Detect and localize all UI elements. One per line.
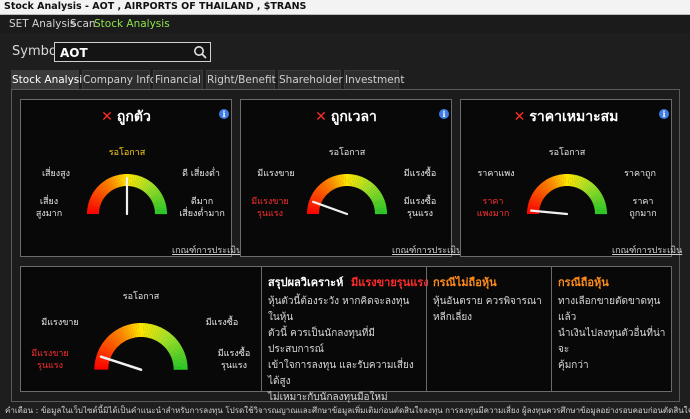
x-icon: ✕ [101, 109, 113, 125]
summary-box: รอโอกาส มีแรงขาย มีแรงซื้อ มีแรงขาย รุนแร… [20, 266, 672, 403]
window-title: Stock Analysis - AOT , AIRPORTS OF THAIL… [0, 0, 690, 15]
symbol-search-field[interactable]: AOT [54, 42, 211, 62]
card-title: ✕ ถูกตัว [101, 109, 151, 125]
gauge-label-top: รอโอกาส [548, 148, 586, 158]
gauge-card-fair-price: ✕ ราคาเหมาะสม i รอโอกาส ราคาแพง ราคาถูก ร… [460, 99, 682, 257]
analysis-summary-heading: สรุปผลวิเคราะห์ มีแรงขายรุนแรง [268, 276, 429, 289]
tab-stock-analysis[interactable]: Stock Analysis [11, 70, 88, 90]
gauge-dial [307, 173, 388, 216]
no-stock-heading: กรณีไม่ถือหุ้น [433, 276, 497, 289]
gauge-label-left-mid: ราคาแพง [477, 169, 515, 179]
card-title: ✕ ราคาเหมาะสม [513, 109, 619, 125]
summary-gauge-dial [94, 322, 188, 371]
summary-gauge-label-right-low: มีแรงซื้อ รุนแรง [217, 349, 251, 371]
symbol-value[interactable]: AOT [60, 46, 88, 60]
criteria-link[interactable]: เกณฑ์การประเมิน [612, 243, 682, 257]
tab-investment[interactable]: Investment [344, 70, 404, 89]
search-icon[interactable] [193, 45, 207, 59]
x-icon: ✕ [315, 109, 327, 125]
gauge-label-left-mid: เสี่ยงสูง [41, 169, 71, 179]
has-stock-column: กรณีถือหุ้น ทางเลือกขายตัดขาดทุน แล้ว นำ… [551, 267, 671, 391]
summary-gauge-label-top: รอโอกาส [122, 292, 160, 302]
gauge-label-right-mid: ราคาถูก [624, 169, 656, 179]
gauge-card-right-time: ✕ ถูกเวลา i รอโอกาส มีแรงขาย มีแรงซื้อ มี… [240, 99, 462, 257]
disclaimer-text: คำเตือน : ข้อมูลในเว็บไซต์นี้มิได้เป็นคำ… [5, 406, 690, 415]
menu-stock-analysis[interactable]: Stock Analysis [94, 15, 170, 33]
menu-bar: SET Analysis Scan Stock Analysis [0, 15, 690, 33]
gauge-label-top: รอโอกาส [108, 148, 146, 158]
gauge-label-left-low: ราคา แพงมาก [476, 197, 510, 219]
gauge-dial [87, 173, 168, 216]
gauge-label-right-low: มีแรงซื้อ รุนแรง [403, 197, 437, 219]
gauge-label-right-mid: ดี เสี่ยงต่ำ [182, 169, 220, 179]
summary-gauge-label-left-mid: มีแรงขาย [41, 318, 79, 328]
has-stock-text: ทางเลือกขายตัดขาดทุน แล้ว นำเงินไปลงทุนต… [558, 296, 666, 371]
analysis-summary-column: สรุปผลวิเคราะห์ มีแรงขายรุนแรง หุ้นตัวนี… [261, 267, 429, 403]
gauge-label-left-mid: มีแรงขาย [257, 169, 295, 179]
criteria-link[interactable]: เกณฑ์การประเมิน [172, 243, 242, 257]
gauge-label-right-low: ราคา ถูกมาก [629, 197, 657, 219]
menu-scan[interactable]: Scan [70, 15, 96, 33]
x-icon: ✕ [513, 109, 526, 125]
info-icon[interactable]: i [439, 109, 449, 119]
tab-financial[interactable]: Financial [153, 70, 203, 89]
tab-shareholder[interactable]: Shareholder [278, 70, 343, 89]
criteria-link[interactable]: เกณฑ์การประเมิน [392, 243, 462, 257]
no-stock-text: หุ้นอันตราย ควรพิจารณา หลีกเลี่ยง [433, 296, 542, 323]
gauge-label-left-low: เสี่ยง สูงมาก [35, 197, 63, 219]
has-stock-heading: กรณีถือหุ้น [558, 276, 609, 289]
gauge-card-right-stock: ✕ ถูกตัว i รอโอกาส เสี่ยงสูง ดี เสี่ยงต่ำ… [20, 99, 242, 257]
summary-gauge-label-left-low: มีแรงขาย รุนแรง [31, 349, 69, 371]
menu-set-analysis[interactable]: SET Analysis [9, 15, 75, 33]
summary-gauge-label-right-mid: มีแรงซื้อ [205, 318, 239, 328]
gauge-dial [527, 173, 608, 216]
card-title: ✕ ถูกเวลา [315, 109, 377, 125]
gauge-label-right-mid: มีแรงซื้อ [403, 169, 437, 179]
gauge-label-top: รอโอกาส [328, 148, 366, 158]
gauge-label-left-low: มีแรงขาย รุนแรง [251, 197, 289, 219]
info-icon[interactable]: i [219, 109, 229, 119]
analysis-summary-text: หุ้นตัวนี้ต้องระวัง หากคิดจะลงทุนในหุ้น … [268, 296, 414, 403]
analysis-verdict: มีแรงขายรุนแรง [351, 276, 429, 289]
analysis-panel: ✕ ถูกตัว i รอโอกาส เสี่ยงสูง ดี เสี่ยงต่ำ… [11, 89, 682, 403]
tab-company-info[interactable]: Company Info [82, 70, 156, 89]
gauge-label-right-low: ดีมาก เสี่ยงต่ำมาก [179, 197, 225, 219]
info-icon[interactable]: i [659, 109, 669, 119]
no-stock-column: กรณีไม่ถือหุ้น หุ้นอันตราย ควรพิจารณา หล… [426, 267, 551, 391]
tab-right-benefit[interactable]: Right/Benefit [206, 70, 276, 89]
